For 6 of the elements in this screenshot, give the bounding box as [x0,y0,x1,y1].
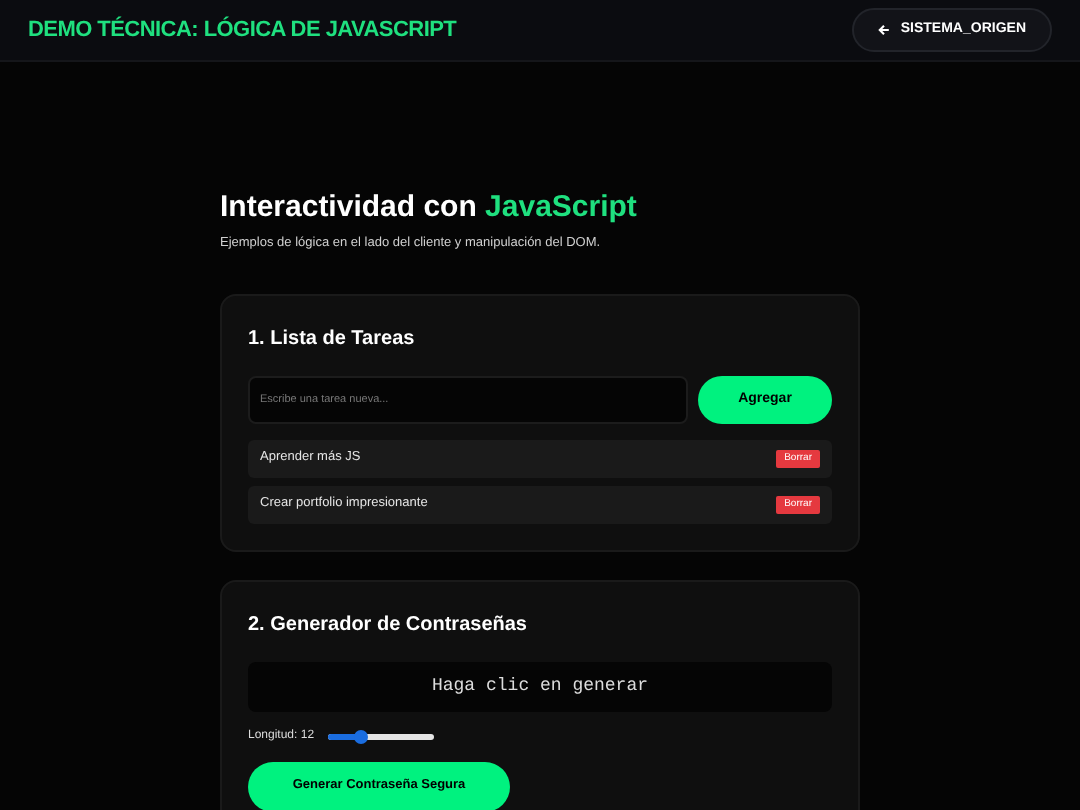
card-title: 1. Lista de Tareas [248,325,417,354]
card-title: 2. Generador de Contraseñas [248,611,529,640]
arrow-left-icon [878,24,891,36]
password-output: Haga clic en generar [248,661,832,712]
site-title: DEMO TÉCNICA: LÓGICA DE JAVASCRIPT [28,14,457,46]
page-heading: Interactividad con JavaScript [220,188,639,228]
